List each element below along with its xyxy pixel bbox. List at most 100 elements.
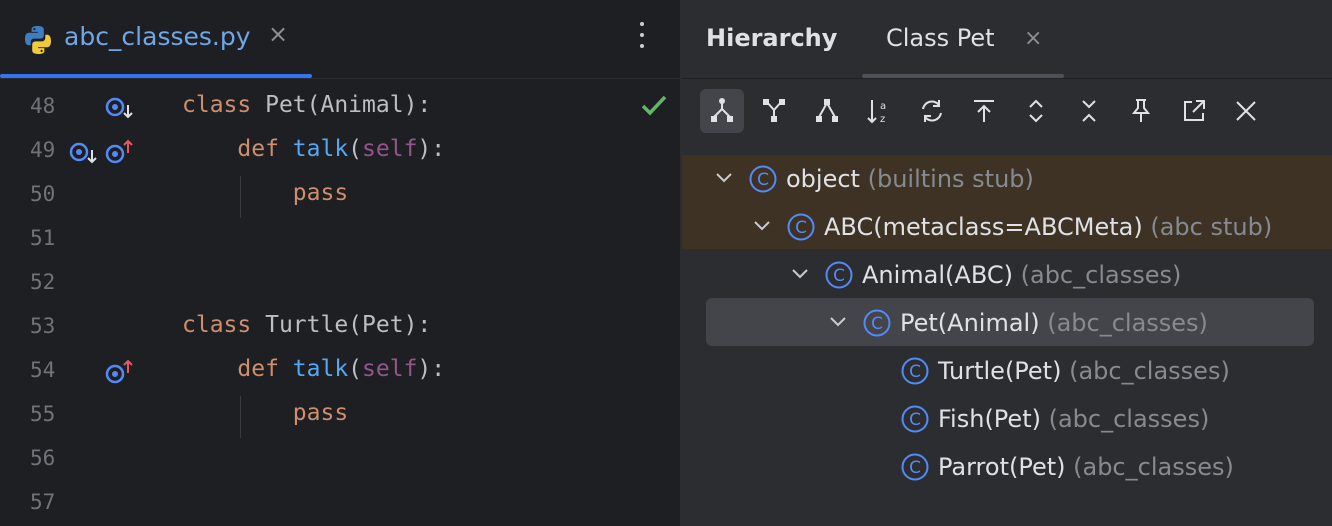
tree-node[interactable]: C Parrot(Pet) (abc_classes) (682, 443, 1332, 491)
subtypes-hierarchy-button[interactable] (700, 89, 744, 133)
python-file-icon (25, 26, 52, 54)
code-token: ( (348, 356, 363, 382)
file-tab-abc-classes[interactable]: abc_classes.py × (0, 0, 312, 78)
refresh-button[interactable] (910, 89, 954, 133)
collapse-all-icon (1082, 100, 1096, 122)
class-name: Parrot(Pet) (938, 453, 1066, 481)
tree-node-label: Animal(ABC) (abc_classes) (862, 261, 1181, 289)
indent-guide (240, 396, 241, 438)
svg-text:C: C (871, 314, 883, 334)
class-icon: C (901, 357, 929, 385)
class-name: Fish(Pet) (938, 405, 1041, 433)
code-token: Turtle(Pet): (265, 312, 432, 338)
expand-all-button[interactable] (1014, 89, 1058, 133)
more-options-icon[interactable] (630, 22, 654, 56)
code-line[interactable]: pass (182, 180, 348, 206)
tab-class-pet[interactable]: Class Pet × (862, 0, 1064, 78)
chevron-down-icon[interactable] (788, 261, 812, 285)
code-token: class (182, 312, 266, 338)
class-name: Pet(Animal) (900, 309, 1040, 337)
implemented-icon[interactable] (104, 94, 134, 124)
class-location: (builtins stub) (859, 165, 1034, 193)
class-name: Turtle(Pet) (938, 357, 1062, 385)
tree-node[interactable]: C Pet(Animal) (abc_classes) (682, 299, 1332, 347)
code-line[interactable]: class Pet(Animal): (182, 92, 431, 118)
tree-node-label: object (builtins stub) (786, 165, 1034, 193)
code-token: talk (292, 136, 349, 162)
svg-text:C: C (757, 170, 769, 190)
class-hierarchy-button[interactable] (805, 89, 849, 133)
refresh-icon (921, 100, 942, 122)
collapse-all-button[interactable] (1067, 89, 1111, 133)
implemented-icon[interactable] (68, 139, 98, 169)
active-tab-indicator (862, 74, 1064, 78)
line-number: 53 (30, 314, 56, 338)
code-line[interactable]: def talk(self): (182, 356, 445, 382)
code-line[interactable]: def talk(self): (182, 136, 445, 162)
tab-label: Class Pet (886, 24, 995, 52)
code-token: self (362, 136, 418, 162)
code-token: pass (182, 180, 349, 206)
class-location: (abc_classes) (1065, 453, 1234, 481)
export-button[interactable] (1172, 89, 1216, 133)
hierarchy-tabs: Hierarchy Class Pet × (682, 0, 1332, 79)
sort-alphabetically-button[interactable]: az (857, 89, 901, 133)
code-line[interactable]: pass (182, 400, 348, 426)
line-number: 52 (30, 270, 56, 294)
close-tab-icon[interactable]: × (1024, 26, 1042, 51)
code-token: pass (182, 400, 349, 426)
supertypes-hierarchy-icon (763, 99, 786, 122)
code-token: def (182, 356, 293, 382)
class-location: (abc_classes) (1040, 405, 1210, 433)
code-token: talk (292, 356, 349, 382)
code-token: ): (417, 356, 446, 382)
svg-text:C: C (909, 410, 921, 430)
line-number: 51 (30, 226, 56, 250)
class-icon: C (901, 405, 929, 433)
tree-node[interactable]: C Animal(ABC) (abc_classes) (682, 251, 1332, 299)
scroll-to-source-button[interactable] (962, 89, 1006, 133)
scroll-to-source-icon (974, 100, 994, 122)
tree-node-label: Parrot(Pet) (abc_classes) (938, 453, 1234, 481)
chevron-down-icon[interactable] (750, 213, 774, 237)
code-token: Pet(Animal): (265, 92, 432, 118)
svg-text:C: C (909, 458, 921, 478)
class-name: ABC(metaclass=ABCMeta) (824, 213, 1143, 241)
code-token: class (182, 92, 266, 118)
supertypes-hierarchy-button[interactable] (752, 89, 796, 133)
tree-node-label: Turtle(Pet) (abc_classes) (938, 357, 1230, 385)
code-line[interactable]: class Turtle(Pet): (182, 312, 431, 338)
editor-pane: abc_classes.py × 48 49 50 51 52 53 54 55 56 57 cl… (0, 0, 680, 526)
no-problems-check-icon[interactable] (640, 92, 668, 120)
tree-node-label: ABC(metaclass=ABCMeta) (abc stub) (824, 213, 1272, 241)
tree-node[interactable]: C Fish(Pet) (abc_classes) (682, 395, 1332, 443)
class-location: (abc_classes) (1013, 261, 1182, 289)
pin-tab-button[interactable] (1119, 89, 1163, 133)
code-token: ( (348, 136, 363, 162)
line-number: 50 (30, 182, 56, 206)
class-name: object (786, 165, 860, 193)
pin-tab-icon (1132, 99, 1151, 122)
tool-window-title: Hierarchy (706, 24, 838, 52)
export-icon (1183, 100, 1205, 121)
code-token: ): (417, 136, 446, 162)
indent-guide (240, 176, 241, 218)
class-icon: C (787, 213, 815, 241)
tree-node[interactable]: C Turtle(Pet) (abc_classes) (682, 347, 1332, 395)
svg-text:a: a (880, 101, 886, 112)
overrides-icon[interactable] (104, 359, 134, 389)
line-number: 54 (30, 358, 56, 382)
close-button[interactable] (1224, 89, 1268, 133)
class-hierarchy-icon (815, 99, 838, 122)
close-tab-icon[interactable]: × (268, 20, 288, 48)
chevron-down-icon[interactable] (712, 165, 736, 189)
close-icon (1236, 101, 1256, 121)
chevron-down-icon[interactable] (826, 309, 850, 333)
line-number: 56 (30, 446, 56, 470)
tree-node[interactable]: C ABC(metaclass=ABCMeta) (abc stub) (682, 203, 1332, 251)
overrides-icon[interactable] (104, 139, 134, 169)
tree-node[interactable]: Cobject (builtins stub) (682, 155, 1332, 203)
class-icon: C (825, 261, 853, 289)
class-name: Animal(ABC) (862, 261, 1013, 289)
subtypes-hierarchy-icon (711, 98, 733, 122)
